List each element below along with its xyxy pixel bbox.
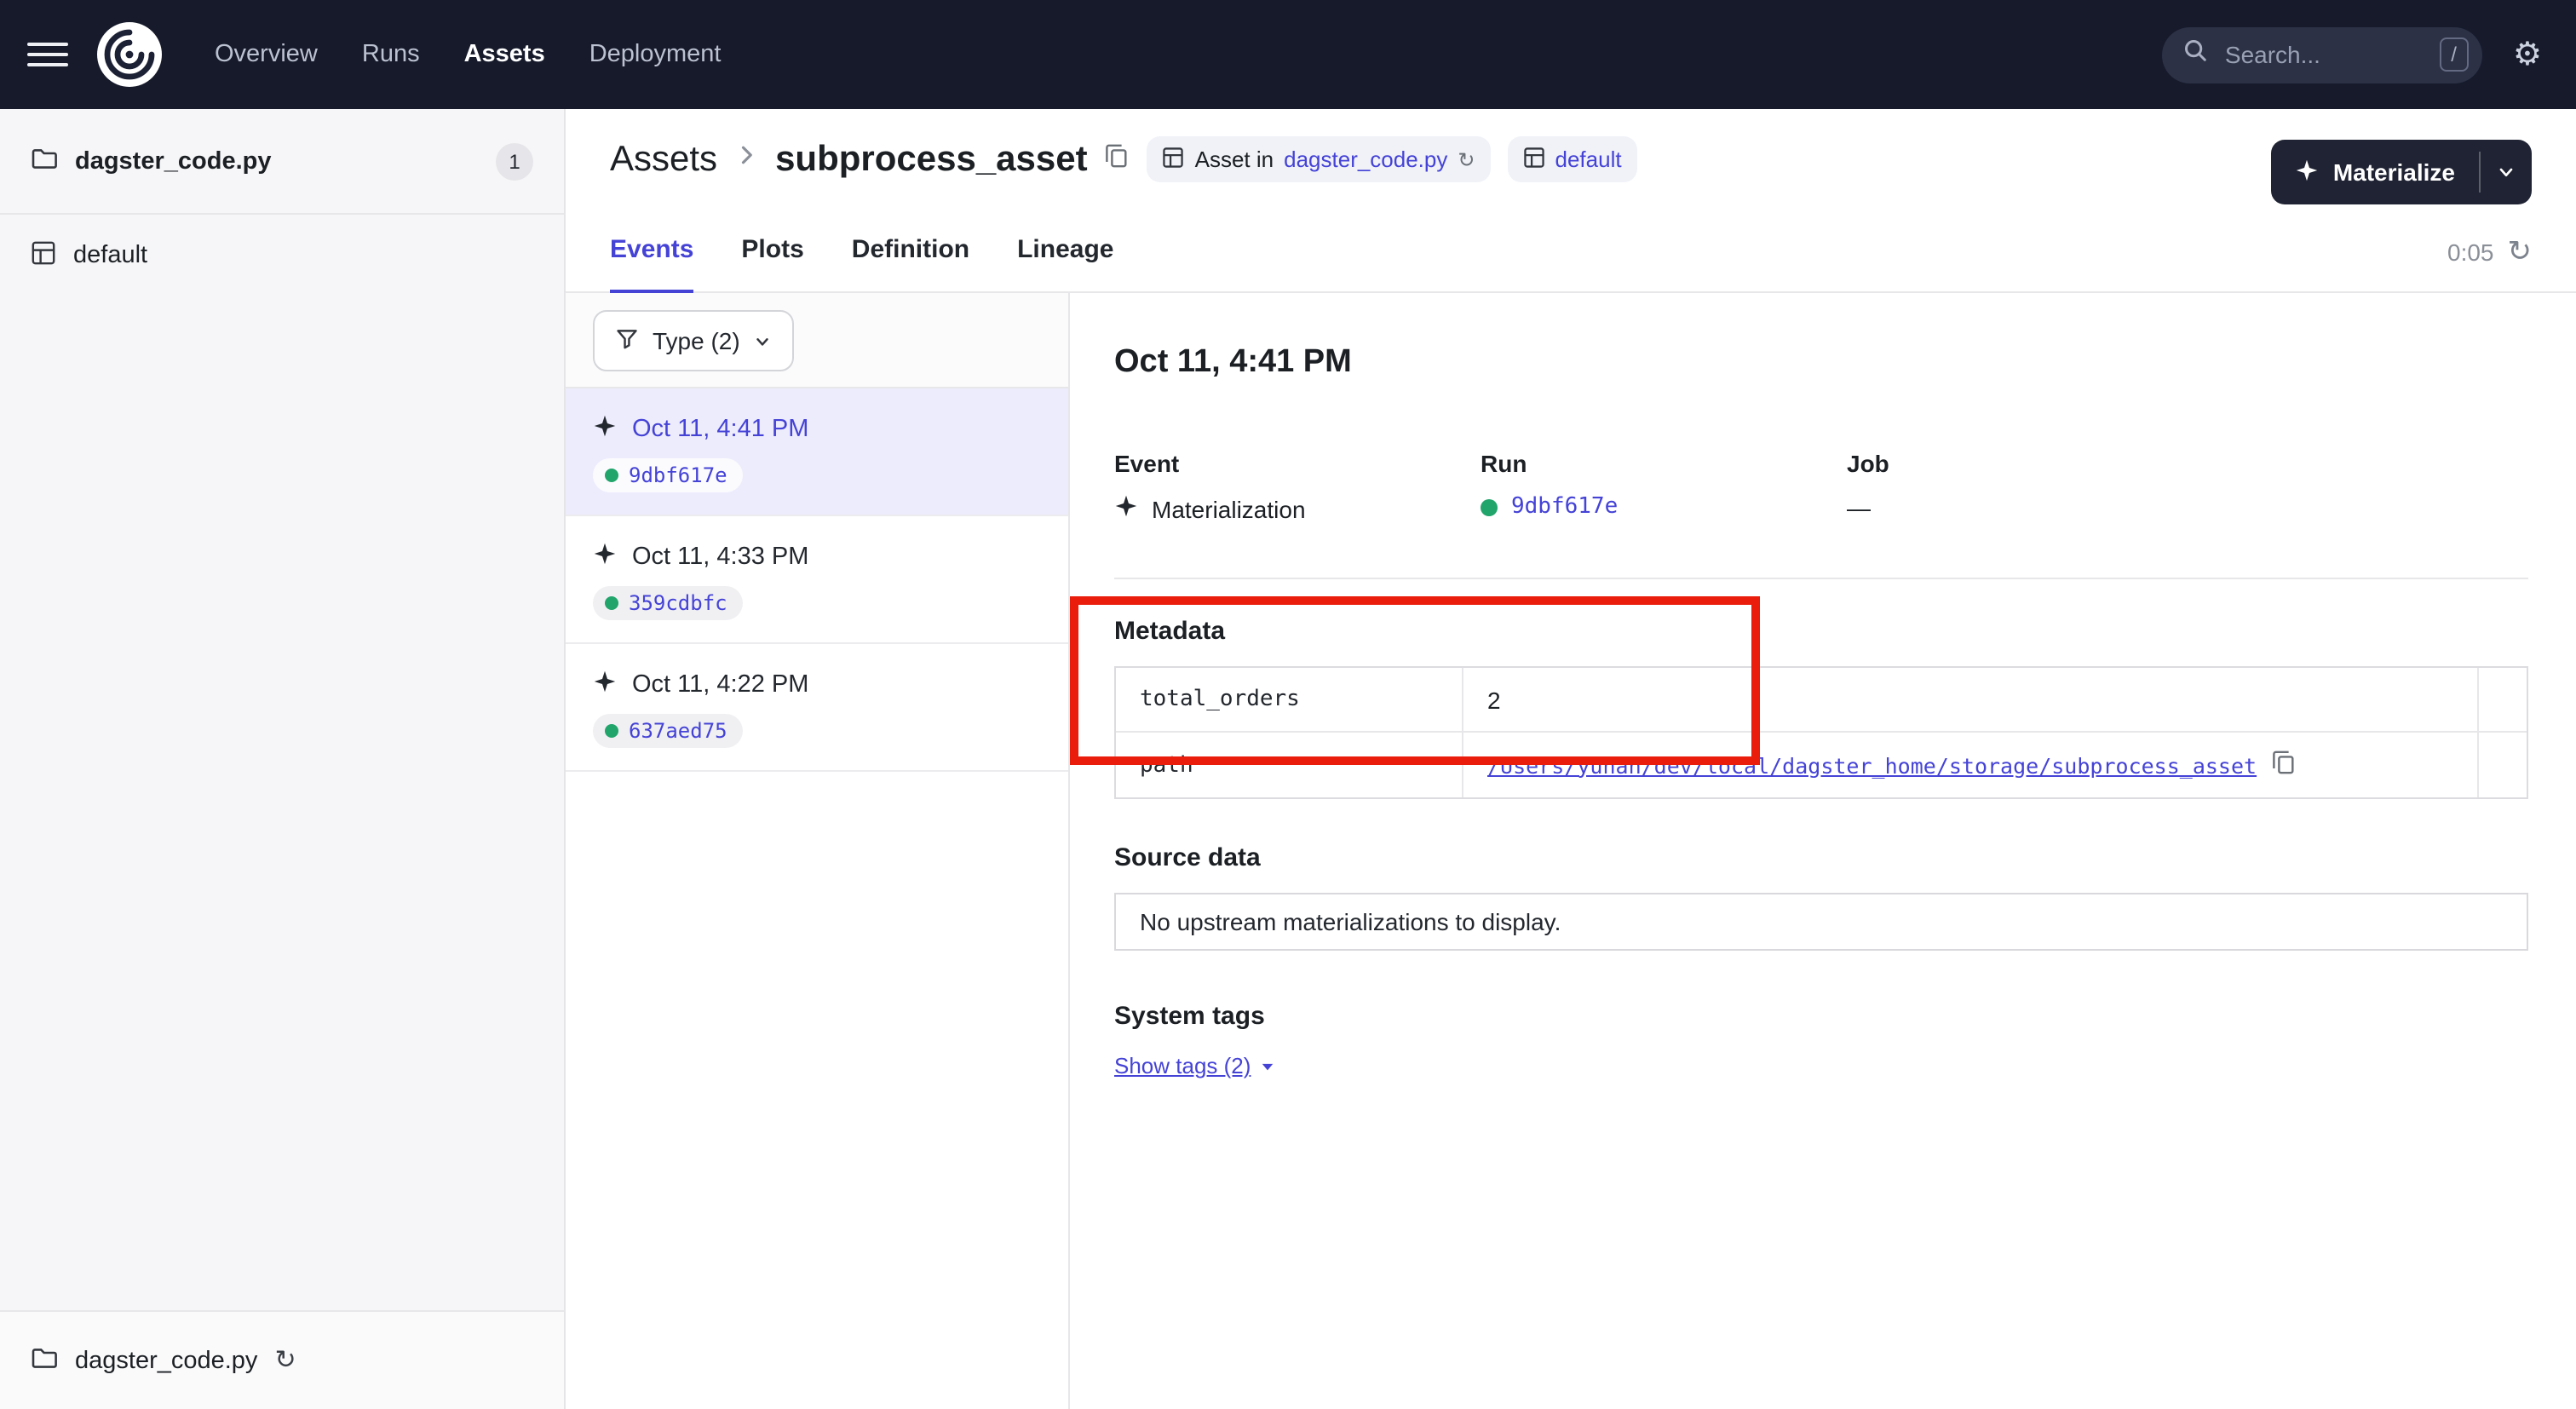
- sidebar-file-label: dagster_code.py: [75, 147, 272, 175]
- job-empty-value: —: [1847, 494, 1871, 521]
- asset-header: Assets subprocess_asset Asset in dagster…: [566, 109, 2576, 211]
- sidebar-group-label: default: [73, 242, 147, 269]
- asset-sidebar: dagster_code.py 1 default dagster_code.p…: [0, 109, 566, 1409]
- menu-icon[interactable]: [27, 43, 68, 66]
- metadata-value: 2: [1463, 668, 2479, 733]
- run-id: 9dbf617e: [629, 463, 727, 487]
- source-data-empty-state: No upstream materializations to display.: [1114, 893, 2528, 951]
- run-column-label: Run: [1481, 450, 1847, 477]
- filter-funnel-icon: [615, 326, 639, 355]
- search-icon: [2182, 37, 2208, 72]
- run-status-dot: [605, 596, 618, 610]
- reload-code-location-icon[interactable]: ↻: [274, 1348, 296, 1373]
- tab-plots[interactable]: Plots: [741, 210, 803, 292]
- nav-deployment[interactable]: Deployment: [572, 31, 739, 78]
- chevron-right-icon: [734, 143, 758, 175]
- materialization-sparkle-icon: [1114, 494, 1138, 523]
- event-detail-title: Oct 11, 4:41 PM: [1114, 344, 2528, 382]
- primary-nav: Overview Runs Assets Deployment: [198, 31, 738, 78]
- group-grid-icon: [31, 239, 56, 272]
- refresh-icon[interactable]: ↻: [2508, 237, 2533, 266]
- sidebar-item-default-group[interactable]: default: [0, 215, 564, 296]
- table-icon: [1163, 146, 1185, 173]
- nav-overview[interactable]: Overview: [198, 31, 335, 78]
- event-list-item[interactable]: Oct 11, 4:33 PM 359cdbfc: [566, 516, 1068, 644]
- asset-tabs: Events Plots Definition Lineage 0:05 ↻: [566, 211, 2576, 293]
- event-list-item[interactable]: Oct 11, 4:41 PM 9dbf617e: [566, 388, 1068, 516]
- event-timestamp: Oct 11, 4:33 PM: [632, 543, 808, 571]
- copy-asset-name-icon[interactable]: [1105, 142, 1130, 176]
- sparkle-icon: [2296, 158, 2320, 187]
- materialize-button[interactable]: Materialize: [2272, 140, 2532, 204]
- materialize-dropdown-button[interactable]: [2481, 140, 2532, 204]
- run-status-dot: [605, 469, 618, 482]
- event-detail-panel: Oct 11, 4:41 PM Event Materialization: [1070, 293, 2576, 1409]
- source-data-heading: Source data: [1114, 843, 2528, 872]
- storage-path-link[interactable]: /Users/yuhan/dev/local/dagster_home/stor…: [1487, 752, 2257, 778]
- type-filter-button[interactable]: Type (2): [593, 310, 795, 371]
- sidebar-item-code-file[interactable]: dagster_code.py 1: [0, 109, 564, 215]
- caret-down-icon: [1259, 1057, 1276, 1074]
- metadata-key: path: [1116, 733, 1463, 797]
- run-link-pill[interactable]: 9dbf617e: [593, 458, 743, 492]
- top-nav-bar: Overview Runs Assets Deployment / ⚙: [0, 0, 2576, 109]
- run-status-dot: [1481, 498, 1498, 515]
- materialization-sparkle-icon: [593, 670, 617, 700]
- materialization-sparkle-icon: [593, 542, 617, 572]
- events-list-panel: Type (2) Oct 11, 4:41 PM: [566, 293, 1070, 1409]
- materialize-label: Materialize: [2333, 158, 2455, 186]
- sidebar-footer-code-file[interactable]: dagster_code.py ↻: [0, 1310, 564, 1409]
- reload-icon[interactable]: ↻: [1458, 149, 1475, 170]
- breadcrumb: Assets subprocess_asset Asset in dagster…: [610, 136, 1637, 182]
- nav-assets[interactable]: Assets: [447, 31, 562, 78]
- run-status-dot: [605, 724, 618, 738]
- event-type-value: Materialization: [1152, 495, 1306, 522]
- breadcrumb-assets-link[interactable]: Assets: [610, 139, 717, 180]
- type-filter-label: Type (2): [653, 327, 740, 354]
- metadata-key: total_orders: [1116, 668, 1463, 733]
- run-link-pill[interactable]: 637aed75: [593, 714, 743, 748]
- refresh-timer: 0:05: [2447, 238, 2494, 265]
- search-box[interactable]: /: [2162, 26, 2482, 83]
- system-tags-heading: System tags: [1114, 1002, 2528, 1031]
- event-column-label: Event: [1114, 450, 1481, 477]
- nav-runs[interactable]: Runs: [345, 31, 437, 78]
- search-input[interactable]: [2222, 39, 2406, 70]
- group-chip[interactable]: default: [1508, 136, 1637, 182]
- event-list-item[interactable]: Oct 11, 4:22 PM 637aed75: [566, 644, 1068, 772]
- run-id: 359cdbfc: [629, 591, 727, 615]
- dagster-app: Overview Runs Assets Deployment / ⚙ dag: [0, 0, 2576, 1409]
- tab-definition[interactable]: Definition: [852, 210, 969, 292]
- materialization-sparkle-icon: [593, 414, 617, 445]
- page-title: subprocess_asset: [775, 139, 1088, 180]
- run-id: 637aed75: [629, 719, 727, 743]
- folder-icon: [31, 1343, 58, 1377]
- sidebar-footer-label: dagster_code.py: [75, 1347, 257, 1374]
- show-tags-link[interactable]: Show tags (2): [1114, 1053, 1276, 1078]
- tab-lineage[interactable]: Lineage: [1017, 210, 1113, 292]
- run-link-pill[interactable]: 359cdbfc: [593, 586, 743, 620]
- folder-icon: [31, 144, 58, 178]
- run-id-link[interactable]: 9dbf617e: [1511, 494, 1618, 520]
- tab-events[interactable]: Events: [610, 210, 693, 292]
- asset-in-label: Asset in: [1195, 147, 1274, 172]
- grid-icon: [1523, 146, 1545, 173]
- search-shortcut-badge: /: [2439, 37, 2469, 72]
- group-link[interactable]: default: [1555, 147, 1622, 172]
- copy-path-icon[interactable]: [2270, 750, 2296, 780]
- asset-location-chip[interactable]: Asset in dagster_code.py ↻: [1147, 136, 1491, 182]
- asset-count-badge: 1: [496, 142, 533, 180]
- job-column-label: Job: [1847, 450, 2213, 477]
- event-timestamp: Oct 11, 4:41 PM: [632, 416, 808, 443]
- chevron-down-icon: [754, 331, 773, 350]
- gear-icon[interactable]: ⚙: [2513, 38, 2542, 71]
- event-timestamp: Oct 11, 4:22 PM: [632, 671, 808, 699]
- metadata-table: total_orders 2 path /Users/yuhan/dev/loc…: [1114, 666, 2528, 799]
- metadata-heading: Metadata: [1114, 617, 2528, 646]
- code-location-link[interactable]: dagster_code.py: [1284, 147, 1447, 172]
- dagster-logo[interactable]: [95, 20, 164, 89]
